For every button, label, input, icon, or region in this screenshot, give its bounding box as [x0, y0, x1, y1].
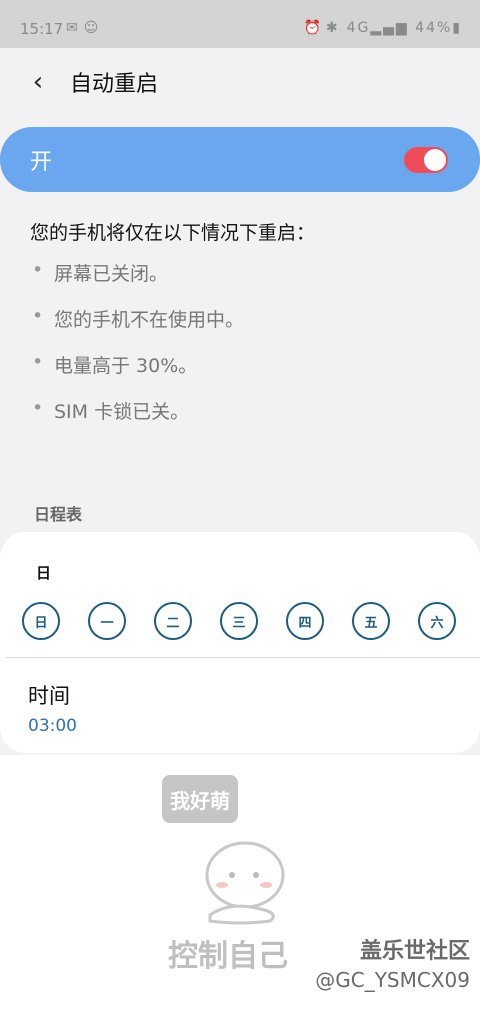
- list-item: • 电量高于 30%。: [32, 351, 244, 397]
- day-monday[interactable]: 一: [88, 602, 126, 640]
- page-title: 自动重启: [70, 72, 159, 97]
- sticker-watermark: 我好萌 控制自己 盖乐世社区 @GC_YSMCX09: [0, 755, 480, 1013]
- status-right: ⏰✱ 4G▂▄▆ 44%▮: [303, 20, 462, 36]
- bullet-icon: •: [32, 259, 44, 281]
- master-toggle-row[interactable]: 开: [0, 127, 480, 192]
- days-label: 日: [36, 564, 52, 582]
- bullet-icon: •: [32, 397, 44, 419]
- time-label[interactable]: 时间: [28, 680, 70, 710]
- sticker-caption: 控制自己: [168, 939, 288, 974]
- schedule-section-title: 日程表: [34, 505, 83, 524]
- day-sunday[interactable]: 日: [22, 602, 60, 640]
- sticker-figure-icon: [205, 841, 285, 925]
- header: ‹ 自动重启: [0, 48, 480, 124]
- restart-description: 您的手机将仅在以下情况下重启：: [30, 222, 316, 244]
- network-label: 4G: [346, 20, 371, 36]
- condition-list: • 屏幕已关闭。 • 您的手机不在使用中。 • 电量高于 30%。 • SIM 卡锁已关…: [32, 259, 244, 443]
- toggle-switch[interactable]: [404, 147, 448, 173]
- schedule-card: 日 日 一 二 三 四 五 六 时间 03:00: [0, 532, 480, 753]
- divider: [6, 657, 480, 658]
- day-saturday[interactable]: 六: [418, 602, 456, 640]
- battery-icon: ▮: [452, 20, 462, 36]
- list-item: • 屏幕已关闭。: [32, 259, 244, 305]
- bullet-icon: •: [32, 305, 44, 327]
- condition-text: 电量高于 30%。: [54, 355, 198, 377]
- toggle-label: 开: [30, 150, 53, 175]
- condition-text: 您的手机不在使用中。: [54, 309, 245, 331]
- signal-icon: ▂▄▆: [370, 20, 409, 36]
- status-bar: 15:17 ✉☺ ⏰✱ 4G▂▄▆ 44%▮: [0, 0, 480, 48]
- system-icons: ⏰✱: [303, 20, 343, 36]
- condition-text: SIM 卡锁已关。: [54, 401, 190, 423]
- time-value[interactable]: 03:00: [28, 716, 77, 736]
- app-screen: ‹ 自动重启 开 您的手机将仅在以下情况下重启： • 屏幕已关闭。 • 您的手机不在…: [0, 48, 480, 755]
- day-selector: 日 一 二 三 四 五 六: [22, 602, 462, 642]
- bullet-icon: •: [32, 351, 44, 373]
- list-item: • 您的手机不在使用中。: [32, 305, 244, 351]
- battery-level: 44%: [415, 20, 453, 36]
- list-item: • SIM 卡锁已关。: [32, 397, 244, 443]
- community-brand: 盖乐世社区: [359, 939, 470, 964]
- user-handle: @GC_YSMCX09: [315, 968, 470, 992]
- day-wednesday[interactable]: 三: [220, 602, 258, 640]
- status-time: 15:17: [20, 20, 64, 38]
- day-tuesday[interactable]: 二: [154, 602, 192, 640]
- condition-text: 屏幕已关闭。: [54, 263, 169, 285]
- switch-knob: [424, 149, 446, 171]
- back-icon[interactable]: ‹: [22, 66, 54, 98]
- day-thursday[interactable]: 四: [286, 602, 324, 640]
- sticker-bubble: 我好萌: [162, 775, 238, 823]
- notification-icons: ✉☺: [66, 20, 105, 36]
- day-friday[interactable]: 五: [352, 602, 390, 640]
